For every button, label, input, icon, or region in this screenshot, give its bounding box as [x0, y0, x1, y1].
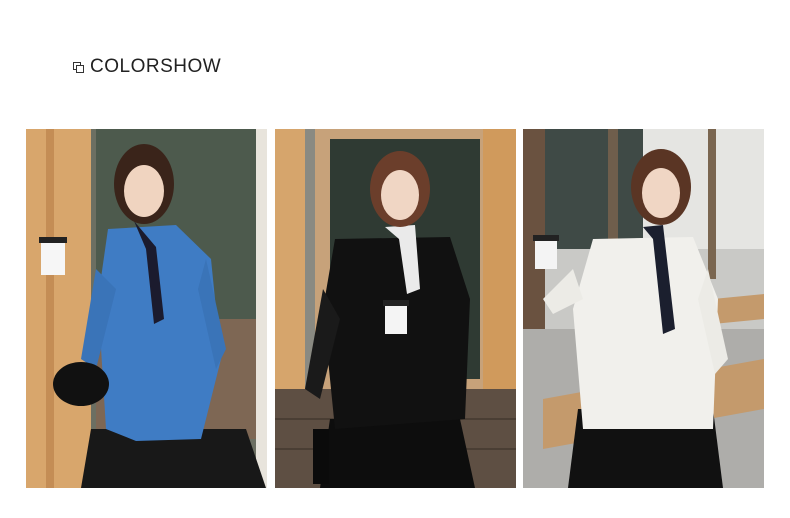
- section-title: COLORSHOW: [90, 56, 222, 77]
- photo-black-shirt: [275, 129, 516, 488]
- overlapping-squares-icon: [73, 61, 84, 73]
- photo-blue-shirt: [26, 129, 267, 488]
- section-header: COLORSHOW: [73, 56, 221, 78]
- photo-white-shirt: [523, 129, 764, 488]
